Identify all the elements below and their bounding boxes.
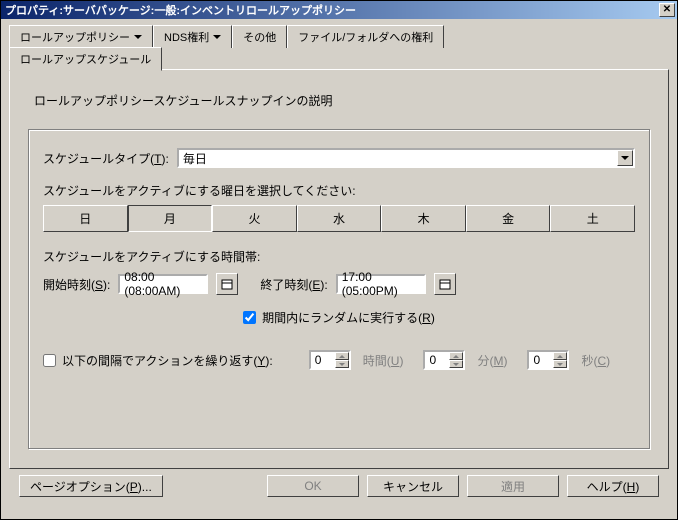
random-execute-input[interactable] [243, 311, 256, 324]
day-mon[interactable]: 月 [128, 205, 213, 232]
cancel-button[interactable]: キャンセル [367, 475, 459, 497]
tab-label: NDS権利 [164, 29, 209, 45]
active-days-label: スケジュールをアクティブにする曜日を選択してください: [43, 182, 635, 199]
end-time-label: 終了時刻(E): [260, 276, 327, 293]
tab-label: ロールアップポリシー [20, 29, 130, 45]
chevron-down-icon [213, 35, 221, 39]
hours-unit: 時間(U) [363, 352, 404, 369]
start-time-label: 開始時刻(S): [43, 276, 110, 293]
apply-button[interactable]: 適用 [467, 475, 559, 497]
day-tue[interactable]: 火 [212, 205, 297, 232]
random-row: 期間内にランダムに実行する(R) [43, 309, 635, 326]
random-execute-label: 期間内にランダムに実行する(R) [262, 309, 435, 326]
day-sat[interactable]: 土 [550, 205, 635, 232]
day-fri[interactable]: 金 [466, 205, 551, 232]
calendar-icon [221, 278, 233, 290]
title-bar: プロパティ:サーバパッケージ:一般:インベントリロールアップポリシー ✕ [1, 1, 677, 19]
repeat-input[interactable] [43, 354, 56, 367]
random-execute-checkbox[interactable]: 期間内にランダムに実行する(R) [243, 309, 435, 326]
seconds-spinner[interactable]: 0 [527, 350, 569, 370]
close-icon: ✕ [663, 5, 671, 15]
minutes-value: 0 [425, 352, 449, 368]
spinner-down-icon[interactable] [335, 360, 349, 368]
tab-rollup-schedule[interactable]: ロールアップスケジュール [9, 47, 162, 71]
spinner-down-icon[interactable] [449, 360, 463, 368]
schedule-type-value: 毎日 [183, 150, 207, 167]
close-button[interactable]: ✕ [659, 3, 675, 17]
chevron-down-icon [617, 150, 633, 166]
start-time-picker-button[interactable] [216, 273, 238, 295]
end-time-input[interactable]: 17:00 (05:00PM) [336, 274, 426, 294]
day-selector: 日 月 火 水 木 金 土 [43, 205, 635, 232]
tab-nds-rights[interactable]: NDS権利 [153, 25, 232, 48]
spinner-up-icon[interactable] [553, 352, 567, 360]
schedule-type-select[interactable]: 毎日 [177, 148, 635, 168]
tab-rollup-policy[interactable]: ロールアップポリシー [9, 25, 153, 48]
dialog-window: プロパティ:サーバパッケージ:一般:インベントリロールアップポリシー ✕ ロール… [0, 0, 678, 520]
chevron-down-icon [134, 35, 142, 39]
hours-value: 0 [311, 352, 335, 368]
tab-label: ロールアップスケジュール [20, 51, 151, 67]
tab-strip-row1: ロールアップポリシー NDS権利 その他 ファイル/フォルダへの権利 [9, 25, 669, 48]
spinner-up-icon[interactable] [449, 352, 463, 360]
end-time-picker-button[interactable] [434, 273, 456, 295]
repeat-row: 以下の間隔でアクションを繰り返す(Y): 0 時間(U) 0 分(M) [43, 350, 635, 370]
page-options-button[interactable]: ページオプション(P)... [19, 475, 163, 497]
tab-other[interactable]: その他 [232, 25, 287, 48]
spinner-down-icon[interactable] [553, 360, 567, 368]
minutes-spinner[interactable]: 0 [423, 350, 465, 370]
start-time-value: 08:00 (08:00AM) [124, 270, 202, 298]
tab-strip-row2: ロールアップスケジュール [9, 47, 669, 70]
seconds-value: 0 [529, 352, 553, 368]
window-title: プロパティ:サーバパッケージ:一般:インベントリロールアップポリシー [5, 2, 356, 18]
minutes-unit: 分(M) [477, 352, 507, 369]
schedule-group: スケジュールタイプ(T): 毎日 スケジュールをアクティブにする曜日を選択してく… [28, 129, 650, 449]
help-button[interactable]: ヘルプ(H) [567, 475, 659, 497]
spinner-up-icon[interactable] [335, 352, 349, 360]
tab-page: ロールアップポリシースケジュールスナップインの説明 スケジュールタイプ(T): … [9, 69, 669, 469]
repeat-checkbox[interactable]: 以下の間隔でアクションを繰り返す(Y): [43, 352, 273, 369]
page-heading: ロールアップポリシースケジュールスナップインの説明 [34, 92, 650, 109]
schedule-type-row: スケジュールタイプ(T): 毎日 [43, 148, 635, 168]
tab-file-folder-rights[interactable]: ファイル/フォルダへの権利 [287, 25, 444, 48]
time-range-label: スケジュールをアクティブにする時間帯: [43, 248, 635, 265]
time-range-row: 開始時刻(S): 08:00 (08:00AM) 終了時刻(E): 17:00 … [43, 273, 635, 295]
ok-button[interactable]: OK [267, 475, 359, 497]
schedule-type-label: スケジュールタイプ(T): [43, 150, 169, 167]
hours-spinner[interactable]: 0 [309, 350, 351, 370]
calendar-icon [439, 278, 451, 290]
repeat-label: 以下の間隔でアクションを繰り返す(Y): [62, 352, 273, 369]
end-time-value: 17:00 (05:00PM) [342, 270, 420, 298]
day-wed[interactable]: 水 [297, 205, 382, 232]
day-sun[interactable]: 日 [43, 205, 128, 232]
day-thu[interactable]: 木 [381, 205, 466, 232]
tab-label: ファイル/フォルダへの権利 [298, 29, 433, 45]
start-time-input[interactable]: 08:00 (08:00AM) [118, 274, 208, 294]
client-area: ロールアップポリシー NDS権利 その他 ファイル/フォルダへの権利 ロールアッ… [1, 19, 677, 511]
tab-label: その他 [243, 29, 276, 45]
seconds-unit: 秒(C) [581, 352, 610, 369]
button-bar: ページオプション(P)... OK キャンセル 適用 ヘルプ(H) [9, 469, 669, 503]
